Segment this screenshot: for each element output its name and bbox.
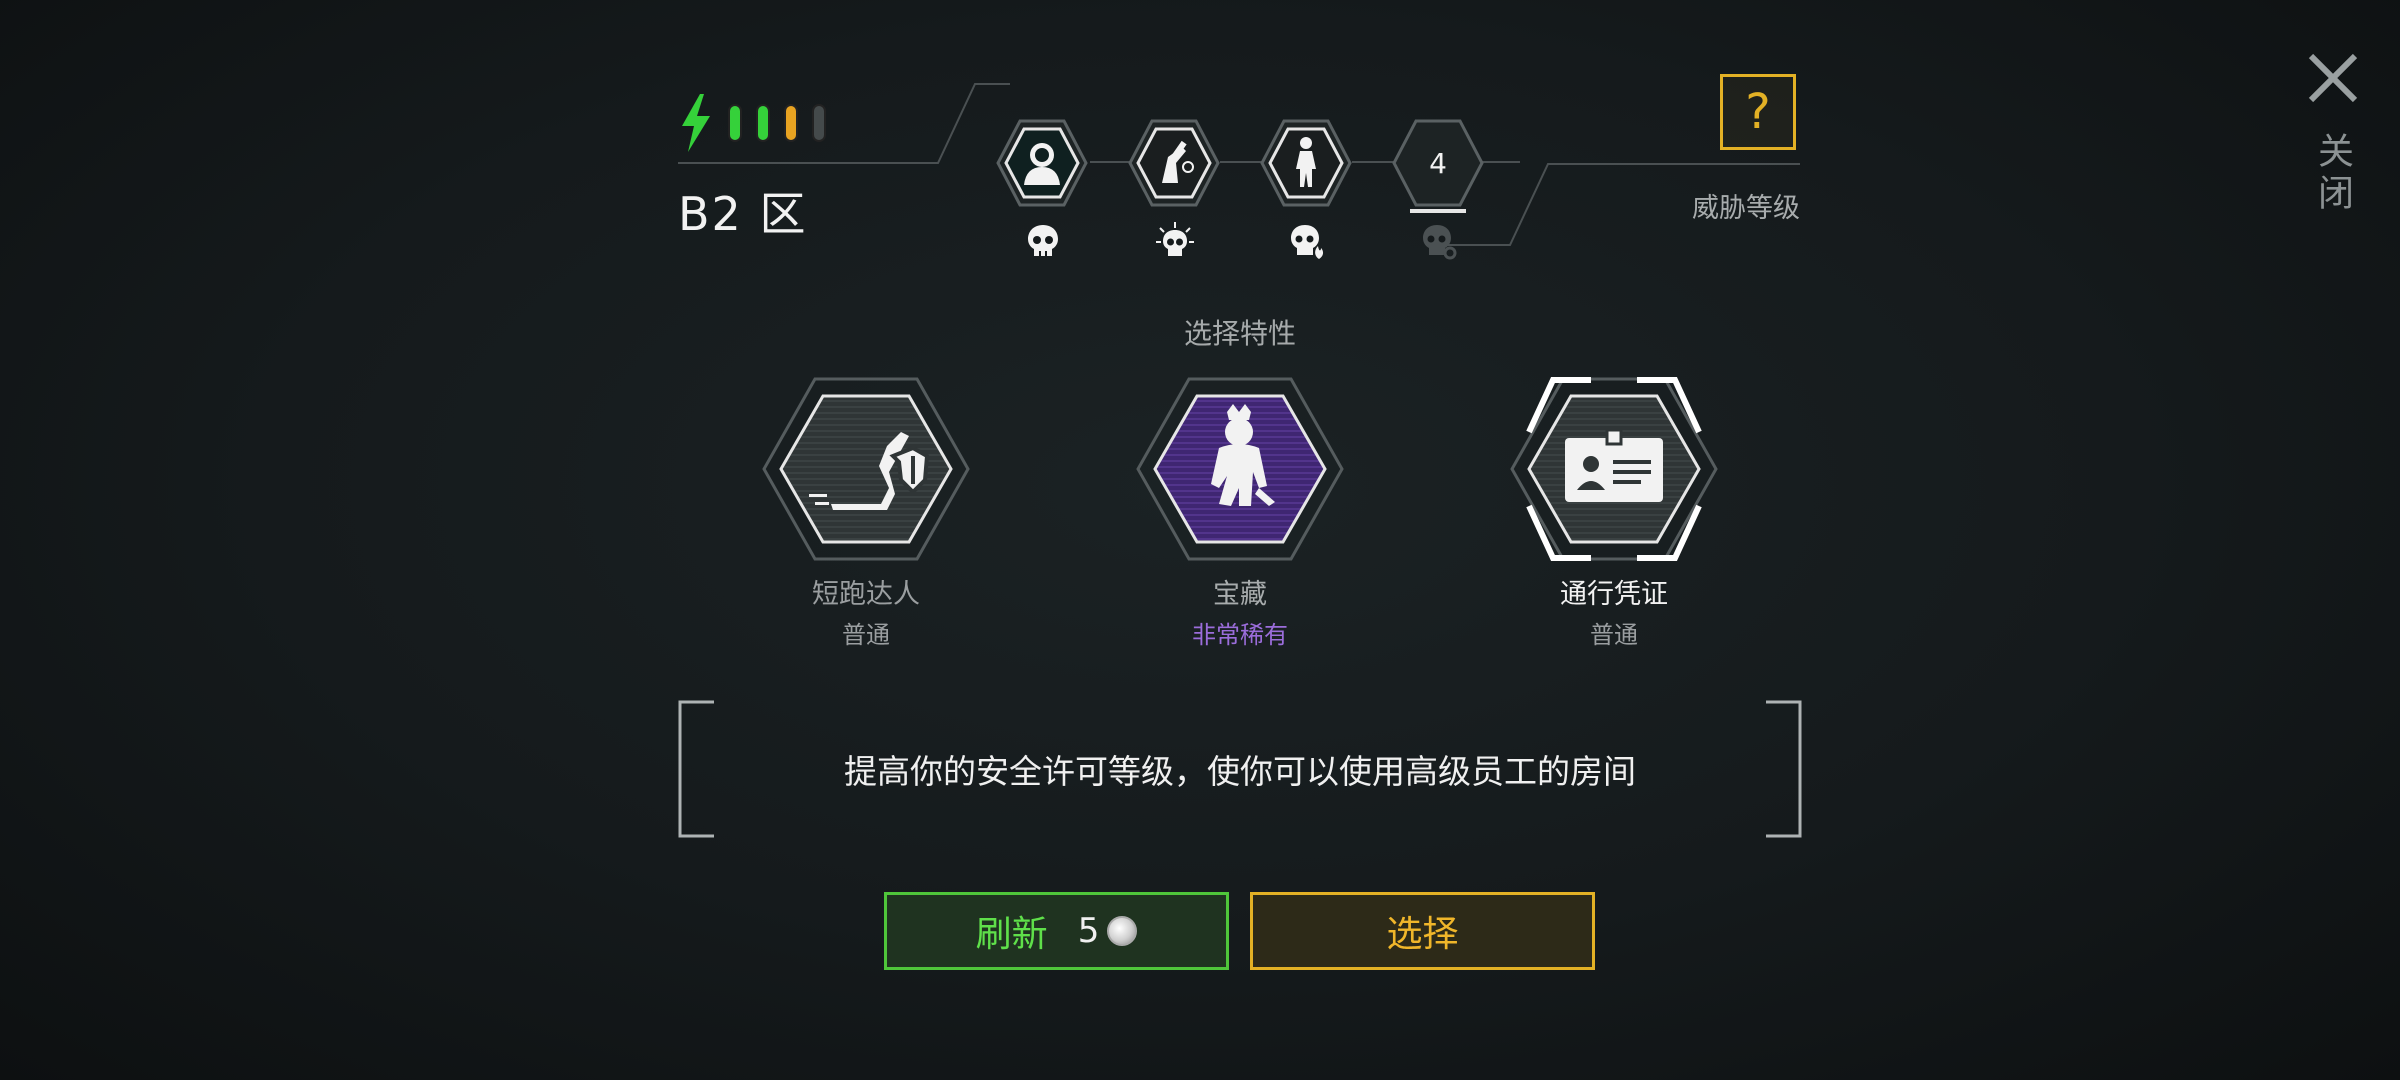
close-icon[interactable]	[2305, 50, 2361, 106]
current-level-underline	[1410, 209, 1466, 213]
threat-node-3	[1260, 117, 1352, 209]
trait-card-treasure[interactable]: 宝藏 非常稀有	[1110, 376, 1370, 650]
select-button[interactable]: 选择	[1250, 892, 1595, 970]
trait-hex-frame-selected	[1510, 377, 1718, 561]
trait-hex-frame	[1136, 377, 1344, 561]
help-button[interactable]: ?	[1720, 74, 1796, 150]
skull-sun-icon	[1156, 222, 1194, 256]
select-label: 选择	[1386, 914, 1459, 955]
skull-icon	[1028, 225, 1058, 256]
threat-level-number: 4	[1429, 146, 1447, 180]
refresh-label: 刷新	[975, 914, 1048, 955]
trait-card-pass[interactable]: 通行凭证 普通	[1484, 376, 1744, 650]
threat-node-1	[996, 117, 1088, 209]
trait-hex-frame	[762, 377, 970, 561]
trait-name: 通行凭证	[1560, 579, 1668, 610]
energy-pip	[812, 104, 826, 142]
trait-rarity: 普通	[842, 621, 890, 649]
trait-rarity: 普通	[1590, 621, 1638, 649]
threat-level-label: 威胁等级	[1692, 193, 1800, 224]
energy-pip	[728, 104, 742, 142]
coin-icon	[1107, 916, 1138, 946]
energy-meter	[678, 94, 826, 152]
trait-rarity: 非常稀有	[1192, 621, 1288, 649]
section-label: 选择特性	[1183, 317, 1296, 350]
trait-description: 提高你的安全许可等级，使你可以使用高级员工的房间	[844, 752, 1636, 791]
energy-pip	[784, 104, 798, 142]
skull-fire-icon	[1291, 225, 1324, 259]
refresh-cost: 5	[1077, 911, 1100, 951]
threat-node-2	[1128, 117, 1220, 209]
refresh-button[interactable]: 刷新 5	[884, 892, 1229, 970]
lightning-icon	[682, 94, 710, 152]
energy-pip	[756, 104, 770, 142]
close-label[interactable]: 关闭	[2308, 132, 2358, 216]
trait-card-sprint[interactable]: 短跑达人 普通	[736, 376, 996, 650]
trait-name: 短跑达人	[812, 579, 920, 610]
threat-node-4: 4	[1392, 117, 1484, 213]
trait-name: 宝藏	[1213, 579, 1267, 610]
id-card-icon	[1565, 428, 1663, 502]
skull-locked-icon	[1423, 225, 1457, 260]
zone-title: B2 区	[678, 187, 808, 241]
